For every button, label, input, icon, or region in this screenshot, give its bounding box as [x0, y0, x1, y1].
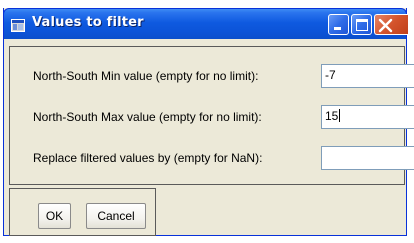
- ok-button[interactable]: OK: [38, 203, 71, 229]
- ns-max-input[interactable]: 15: [321, 105, 414, 129]
- buttons-panel: OK Cancel: [9, 188, 156, 236]
- ns-max-label: North-South Max value (empty for no limi…: [33, 110, 262, 124]
- ns-min-input[interactable]: -7: [321, 64, 414, 88]
- app-window-icon: [11, 17, 25, 32]
- ns-min-label: North-South Min value (empty for no limi…: [33, 69, 259, 83]
- maximize-button[interactable]: [351, 14, 372, 35]
- close-button[interactable]: [374, 14, 408, 35]
- ns-min-value: -7: [325, 68, 336, 82]
- dialog-window: Values to filter North-South Min value (…: [3, 8, 414, 236]
- replace-label: Replace filtered values by (empty for Na…: [33, 151, 263, 165]
- text-caret: [339, 109, 341, 122]
- minimize-button[interactable]: [328, 14, 349, 35]
- cancel-button[interactable]: Cancel: [86, 203, 146, 229]
- filter-fields-panel: North-South Min value (empty for no limi…: [9, 46, 414, 185]
- title-bar[interactable]: Values to filter: [3, 8, 408, 39]
- replace-input[interactable]: [321, 146, 414, 170]
- window-title: Values to filter: [32, 15, 144, 30]
- ns-max-value: 15: [325, 109, 339, 123]
